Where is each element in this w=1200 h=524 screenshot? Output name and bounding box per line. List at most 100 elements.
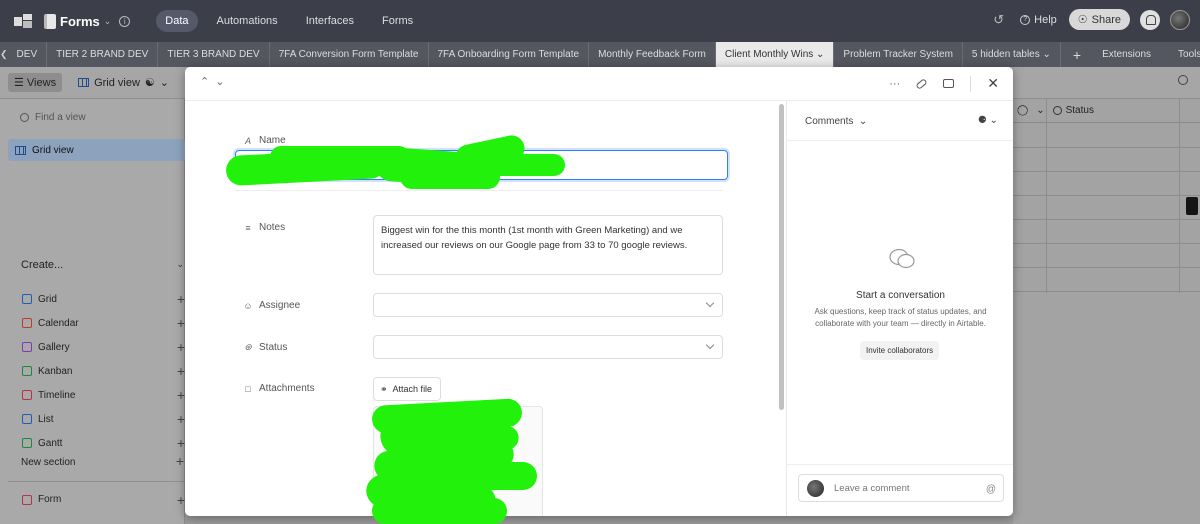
comments-filter-button[interactable]: Comments ⌄ bbox=[805, 116, 867, 127]
table-tab-bar: ❮ DEV TIER 2 BRAND DEV TIER 3 BRAND DEV … bbox=[0, 42, 1200, 67]
create-grid-view[interactable]: Grid + bbox=[22, 287, 185, 311]
invite-collaborators-button[interactable]: Invite collaborators bbox=[860, 341, 940, 360]
user-avatar[interactable] bbox=[1170, 9, 1190, 30]
plus-icon[interactable]: + bbox=[177, 435, 185, 451]
attachments-field-label: □ Attachments bbox=[243, 383, 314, 394]
view-type-label: Gallery bbox=[38, 341, 70, 353]
views-sidebar: Find a view Grid view Create... ⌄ Grid + … bbox=[0, 99, 185, 524]
create-timeline-view[interactable]: Timeline + bbox=[22, 383, 185, 407]
status-column-header[interactable]: Status bbox=[1052, 105, 1094, 116]
plus-icon[interactable]: + bbox=[177, 339, 185, 355]
grid-row-line bbox=[1013, 243, 1200, 244]
comment-input[interactable]: Leave a comment @ bbox=[798, 474, 1004, 502]
chevron-left-icon[interactable]: ❮ bbox=[0, 42, 8, 67]
help-button[interactable]: ? Help bbox=[1020, 14, 1057, 26]
gallery-icon bbox=[22, 342, 32, 352]
plus-icon[interactable]: + bbox=[177, 291, 185, 307]
watch-bell-icon[interactable]: ⚈ ⌄ bbox=[978, 115, 998, 126]
tab-tier-2-brand-dev[interactable]: TIER 2 BRAND DEV bbox=[47, 42, 159, 67]
comment-toggle-icon[interactable] bbox=[943, 79, 955, 88]
create-gantt-view[interactable]: Gantt + bbox=[22, 431, 185, 455]
views-label: Views bbox=[26, 77, 57, 89]
attach-file-label: Attach file bbox=[392, 384, 433, 394]
create-gallery-view[interactable]: Gallery + bbox=[22, 335, 185, 359]
nav-data[interactable]: Data bbox=[156, 10, 198, 32]
grid-header-row: ◯ ⌄ Status bbox=[1013, 99, 1200, 123]
tab-client-monthly-wins[interactable]: Client Monthly Wins ⌄ bbox=[715, 42, 835, 67]
base-name[interactable]: Forms bbox=[60, 14, 100, 29]
long-text-icon: ≡ bbox=[245, 222, 251, 233]
link-icon[interactable] bbox=[915, 77, 928, 90]
base-icon bbox=[44, 13, 56, 29]
view-type-label: List bbox=[38, 413, 54, 425]
view-type-label: Timeline bbox=[38, 389, 76, 401]
history-icon[interactable]: ↺ bbox=[993, 12, 1004, 28]
chevron-down-icon[interactable]: ⌄ bbox=[104, 16, 112, 27]
user-icon: ☺ bbox=[243, 300, 253, 311]
nav-forms[interactable]: Forms bbox=[373, 10, 422, 32]
chevron-down-icon[interactable]: ⌄ bbox=[816, 49, 824, 60]
chevron-down-icon[interactable]: ⌄ bbox=[1036, 105, 1044, 116]
share-button[interactable]: ☉ Share bbox=[1068, 9, 1130, 30]
tools-button[interactable]: Tools ⌄ bbox=[1160, 42, 1200, 67]
tab-7fa-onboarding-form-template[interactable]: 7FA Onboarding Form Template bbox=[429, 42, 590, 67]
tab-dev[interactable]: DEV bbox=[8, 42, 48, 67]
file-icon: □ bbox=[245, 383, 251, 394]
field-divider bbox=[235, 190, 723, 191]
status-header-label: Status bbox=[1065, 105, 1094, 116]
create-list-view[interactable]: List + bbox=[22, 407, 185, 431]
sidebar-item-grid-view[interactable]: Grid view bbox=[8, 139, 185, 161]
comment-placeholder: Leave a comment bbox=[834, 483, 910, 494]
create-kanban-view[interactable]: Kanban + bbox=[22, 359, 185, 383]
airtable-logo-icon[interactable] bbox=[14, 14, 32, 28]
plus-icon[interactable]: + bbox=[177, 411, 185, 427]
tab-monthly-feedback-form[interactable]: Monthly Feedback Form bbox=[589, 42, 716, 67]
plus-icon[interactable]: + bbox=[177, 492, 185, 508]
mention-icon[interactable]: @ bbox=[986, 484, 996, 495]
search-icon[interactable] bbox=[1178, 75, 1188, 85]
find-view-placeholder: Find a view bbox=[35, 112, 86, 123]
notes-field-label: ≡ Notes bbox=[243, 222, 285, 233]
tab-tier-3-brand-dev[interactable]: TIER 3 BRAND DEV bbox=[158, 42, 270, 67]
plus-icon[interactable]: + bbox=[177, 315, 185, 331]
grid-row-line bbox=[1013, 171, 1200, 172]
notifications-bell-icon[interactable] bbox=[1140, 9, 1160, 30]
top-right-controls: ↺ ? Help ☉ Share bbox=[993, 9, 1190, 30]
comments-panel: Comments ⌄ ⚈ ⌄ Start a conversation Ask … bbox=[786, 101, 1013, 516]
plus-icon[interactable]: + bbox=[177, 363, 185, 379]
plus-icon[interactable]: + bbox=[176, 453, 184, 469]
chevron-down-icon[interactable]: ⌄ bbox=[176, 259, 184, 270]
record-modal: ⌃⌄ ··· ✕ A Name ≡ Notes Biggest win for th… bbox=[185, 67, 1013, 516]
create-calendar-view[interactable]: Calendar + bbox=[22, 311, 185, 335]
create-view-heading[interactable]: Create... bbox=[21, 259, 63, 271]
view-type-list: Grid + Calendar + Gallery + Kanban + Timelin… bbox=[22, 287, 185, 455]
status-select[interactable] bbox=[373, 335, 723, 359]
tab-hidden-tables[interactable]: 5 hidden tables ⌄ bbox=[963, 42, 1061, 67]
assignee-select[interactable] bbox=[373, 293, 723, 317]
tab-7fa-conversion-form-template[interactable]: 7FA Conversion Form Template bbox=[270, 42, 429, 67]
views-toggle-button[interactable]: ☰ Views bbox=[8, 73, 63, 92]
attachment-thumbnail[interactable] bbox=[1186, 197, 1198, 215]
extensions-button[interactable]: Extensions bbox=[1093, 42, 1160, 67]
avatar bbox=[807, 480, 824, 497]
attach-file-button[interactable]: ⚭ Attach file bbox=[373, 377, 441, 401]
current-view-label: Grid view bbox=[94, 76, 140, 89]
plus-icon[interactable]: + bbox=[177, 387, 185, 403]
close-icon[interactable]: ✕ bbox=[987, 75, 999, 92]
info-icon[interactable]: i bbox=[119, 15, 131, 27]
create-form-view[interactable]: Form + bbox=[22, 492, 185, 508]
top-bar: Forms ⌄ i Data Automations Interfaces Fo… bbox=[0, 0, 1200, 42]
current-view-button[interactable]: Grid view ☯ ⌄ bbox=[78, 76, 169, 89]
new-section-button[interactable]: New section bbox=[21, 457, 75, 468]
tab-problem-tracker-system[interactable]: Problem Tracker System bbox=[834, 42, 963, 67]
add-table-plus-icon[interactable]: + bbox=[1061, 42, 1093, 67]
nav-automations[interactable]: Automations bbox=[208, 10, 287, 32]
find-view-input[interactable]: Find a view bbox=[20, 112, 86, 123]
scrollbar[interactable] bbox=[779, 104, 784, 410]
notes-textarea[interactable]: Biggest win for the this month (1st mont… bbox=[373, 215, 723, 275]
tab-bar-right: Extensions Tools ⌄ bbox=[1093, 42, 1200, 67]
more-options-icon[interactable]: ··· bbox=[889, 78, 900, 90]
assignee-label-text: Assignee bbox=[259, 300, 301, 311]
nav-interfaces[interactable]: Interfaces bbox=[297, 10, 363, 32]
record-navigation[interactable]: ⌃⌄ bbox=[200, 75, 230, 88]
